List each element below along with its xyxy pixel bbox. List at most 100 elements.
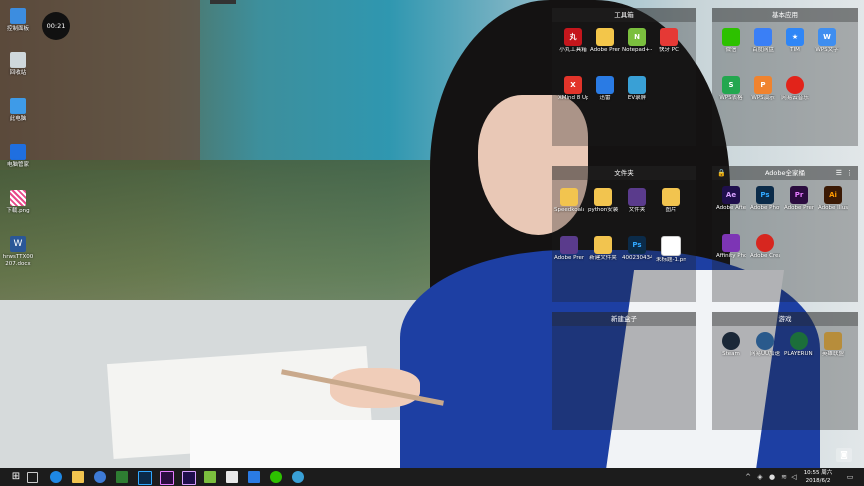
fence-item-folder[interactable]: Speedkoala FPS优化... (554, 188, 584, 214)
desktop-icon-download-png[interactable]: 下载.png (2, 190, 34, 215)
fence-item-steam[interactable]: Steam (716, 332, 746, 358)
kuaiya-icon (660, 28, 678, 46)
fence-item-baidu-pan[interactable]: 百度网盘 (748, 28, 778, 54)
fence-item-wps-writer[interactable]: W WPS文字 (812, 28, 842, 54)
fence-title[interactable]: 新建盒子 (552, 312, 696, 326)
fence-item-wps-slides[interactable]: P WPS演示 (748, 76, 778, 102)
notification-center-icon[interactable]: ▭ (846, 473, 854, 481)
fence-folders[interactable]: 文件夹 Speedkoala FPS优化... python安装包 文件夹 图片… (552, 166, 696, 302)
tim-icon: ★ (786, 28, 804, 46)
notepad-taskbar-icon[interactable] (204, 471, 216, 483)
fence-item-psd-file[interactable]: Ps 400230434 552187B... (622, 236, 652, 262)
folder-icon (596, 28, 614, 46)
desktop-icon-pc-manager[interactable]: 电脑管家 (2, 144, 34, 169)
wechat-taskbar-icon[interactable] (270, 471, 282, 483)
fence-title[interactable]: 基本应用 (712, 8, 858, 22)
tray-wifi-icon[interactable]: ≋ (780, 473, 788, 481)
menu-icon[interactable]: ☰ (836, 166, 842, 180)
fence-item-illustrator[interactable]: Ai Adobe Illustrat... (818, 186, 848, 212)
fence-item-lol[interactable]: 英雄联盟 (818, 332, 848, 358)
fence-adobe[interactable]: 🔒 Adobe全家桶 ☰ ⋮ Ae Adobe After Ef... Ps A… (712, 166, 858, 302)
document-taskbar-icon[interactable] (226, 471, 238, 483)
start-windows-icon[interactable]: ⊞ (10, 471, 22, 483)
fence-item-label: Adobe Premier... (554, 255, 584, 261)
fence-item-wps-sheets[interactable]: S WPS表格 (716, 76, 746, 102)
fence-item-notepad[interactable]: N Notepad++ (622, 28, 652, 54)
file-explorer-icon[interactable] (72, 471, 84, 483)
fence-item-label: Steam (722, 351, 740, 357)
task-view-icon[interactable] (27, 472, 38, 483)
fence-item-pubg[interactable]: PLAYERUN KNOWN'... (784, 332, 814, 358)
fence-item-folder[interactable]: 图片 (656, 188, 686, 214)
desktop-icon-label: 电脑管家 (6, 162, 29, 168)
taskbar: ⊞ ^ ◈ ● ≋ ◁ 10:55 周六 2018/6/2 ▭ (0, 468, 864, 486)
ev-recorder-taskbar-icon[interactable] (292, 471, 304, 483)
fence-item-tim[interactable]: ★ TIM (780, 28, 810, 54)
after-effects-taskbar-icon[interactable] (182, 471, 196, 485)
fence-title[interactable]: 工具箱 (552, 8, 696, 22)
fence-item-label: 文件夹 (628, 207, 646, 213)
desktop-icon-docx[interactable]: W hrwsTTX00 207.docx (2, 236, 34, 268)
top-edge-handle[interactable] (210, 0, 236, 4)
fence-item-after-effects[interactable]: Ae Adobe After Ef... (716, 186, 746, 212)
desktop-icon-label: 回收站 (9, 70, 27, 76)
fence-title[interactable]: 游戏 (712, 312, 858, 326)
fence-item-creative-cloud[interactable]: Adobe Creati... (750, 234, 780, 260)
fence-title[interactable]: 🔒 Adobe全家桶 ☰ ⋮ (712, 166, 858, 180)
photoshop-taskbar-icon[interactable] (138, 471, 152, 485)
control-panel-icon (10, 8, 26, 24)
folder-icon (628, 188, 646, 206)
desktop-icon-this-pc[interactable]: 此电脑 (2, 98, 34, 123)
lock-icon[interactable]: 🔒 (717, 166, 726, 180)
fence-item-photoshop[interactable]: Ps Adobe Photosh... (750, 186, 780, 212)
fence-item-folder[interactable]: 新建文件夹 (588, 236, 618, 262)
fence-item-kuaiya[interactable]: 快牙 PC (654, 28, 684, 54)
fence-item-label: Affinity Photo (716, 253, 746, 259)
fence-new-box[interactable]: 新建盒子 (552, 312, 696, 430)
clock-widget[interactable]: 00:21 (42, 12, 70, 40)
ev-recorder-icon (628, 76, 646, 94)
fence-basic-apps[interactable]: 基本应用 微信 百度网盘 ★ TIM W WPS文字 S WPS表格 P WPS… (712, 8, 858, 146)
fence-item-xiaowan[interactable]: 丸 小丸工具箱 (558, 28, 588, 54)
fence-item-label: 新建文件夹 (589, 255, 617, 261)
fence-item-xmind[interactable]: X XMind 8 Update 7 (558, 76, 588, 102)
fence-item-wechat[interactable]: 微信 (716, 28, 746, 54)
fence-item-folder[interactable]: python安装包 (588, 188, 618, 214)
fence-item-folder[interactable]: 文件夹 (622, 188, 652, 214)
qr-image-icon (10, 190, 26, 206)
tray-expand-icon[interactable]: ^ (744, 473, 752, 481)
browser-icon[interactable] (94, 471, 106, 483)
tray-clock[interactable]: 10:55 周六 2018/6/2 (800, 469, 836, 485)
tray-volume-icon[interactable]: ◁ (790, 473, 798, 481)
fence-item-label: WPS表格 (719, 95, 743, 101)
fence-item-png-file[interactable]: 未标题-1.png (656, 236, 686, 264)
fence-games[interactable]: 游戏 Steam 网易UU加速器 PLAYERUN KNOWN'... 英雄联盟 (712, 312, 858, 430)
desktop-icon-label: 控制面板 (6, 26, 29, 32)
edge-browser-icon[interactable] (50, 471, 62, 483)
fence-item-netease-music[interactable]: 网易云音乐 (780, 76, 810, 102)
xunlei-taskbar-icon[interactable] (248, 471, 260, 483)
fence-item-ev-recorder[interactable]: EV录屏 (622, 76, 652, 102)
fence-item-uu-accelerator[interactable]: 网易UU加速器 (750, 332, 780, 358)
word-document-icon: W (10, 236, 26, 252)
fence-item-affinity-photo[interactable]: Affinity Photo (716, 234, 746, 260)
tray-shield-icon[interactable]: ● (768, 473, 776, 481)
xmind-icon: X (564, 76, 582, 94)
wps-slides-icon: P (754, 76, 772, 94)
tray-network-icon[interactable]: ◈ (756, 473, 764, 481)
fence-item-label: python安装包 (588, 207, 618, 213)
excel-icon[interactable] (116, 471, 128, 483)
desktop-icon-control-panel[interactable]: 控制面板 (2, 8, 34, 33)
premiere-taskbar-icon[interactable] (160, 471, 174, 485)
fence-title[interactable]: 文件夹 (552, 166, 696, 180)
desktop-icon-recycle-bin[interactable]: 回收站 (2, 52, 34, 77)
fence-item-premiere[interactable]: Pr Adobe Premiere... (784, 186, 814, 212)
recycle-bin-icon (10, 52, 26, 68)
fence-tools[interactable]: 工具箱 丸 小丸工具箱 Adobe Premier... N Notepad++… (552, 8, 696, 146)
camera-icon[interactable]: ◙ (836, 448, 852, 462)
fence-item-premiere[interactable]: Adobe Premier... (590, 28, 620, 54)
more-icon[interactable]: ⋮ (846, 166, 853, 180)
fence-item-xunlei[interactable]: 迅雷 (590, 76, 620, 102)
fence-item-folder[interactable]: Adobe Premier... (554, 236, 584, 262)
pubg-globe-icon (790, 332, 808, 350)
